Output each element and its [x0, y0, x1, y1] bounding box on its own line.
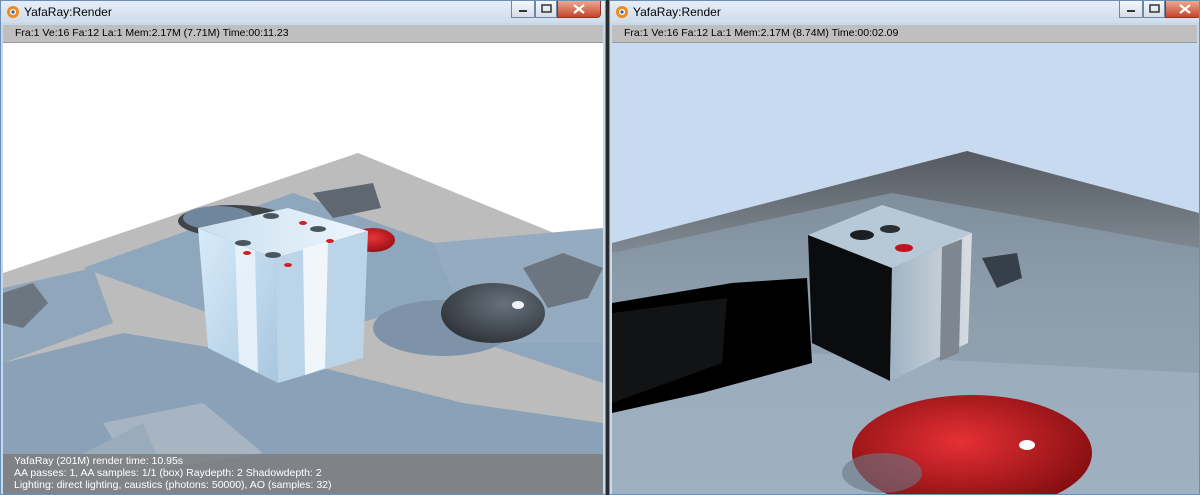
status-text: Fra:1 Ve:16 Fa:12 La:1 Mem:2.17M (7.71M)…: [15, 27, 289, 39]
title-bar[interactable]: YafaRay:Render: [610, 1, 1199, 23]
render-window-left[interactable]: YafaRay:Render Fra:1 Ve:16 Fa:12 La:1 Me…: [0, 0, 606, 495]
status-bar: Fra:1 Ve:16 Fa:12 La:1 Mem:2.17M (8.74M)…: [612, 25, 1197, 43]
render-time-line: YafaRay (201M) render time: 10.95s: [14, 455, 184, 467]
yafaray-logo-icon: [616, 6, 628, 18]
close-icon: [1179, 4, 1191, 14]
yafaray-logo-icon: [7, 6, 19, 18]
minimize-button[interactable]: [511, 1, 535, 18]
close-button[interactable]: [1165, 1, 1199, 18]
window-title: YafaRay:Render: [633, 5, 721, 19]
title-bar[interactable]: YafaRay:Render: [1, 1, 605, 23]
maximize-icon: [541, 4, 552, 13]
maximize-button[interactable]: [1143, 1, 1165, 18]
minimize-button[interactable]: [1119, 1, 1143, 18]
close-button[interactable]: [557, 1, 601, 18]
window-title: YafaRay:Render: [24, 5, 112, 19]
maximize-button[interactable]: [535, 1, 557, 18]
close-icon: [573, 4, 585, 14]
render-image: [612, 43, 1199, 494]
render-info-overlay: YafaRay (201M) render time: 10.95s AA pa…: [3, 454, 603, 494]
render-viewport[interactable]: [612, 43, 1199, 494]
status-bar: Fra:1 Ve:16 Fa:12 La:1 Mem:2.17M (7.71M)…: [3, 25, 603, 43]
render-viewport[interactable]: YafaRay (201M) render time: 10.95s AA pa…: [3, 43, 603, 494]
status-text: Fra:1 Ve:16 Fa:12 La:1 Mem:2.17M (8.74M)…: [624, 27, 899, 39]
minimize-icon: [1127, 10, 1135, 12]
render-image: [3, 43, 603, 494]
aa-settings-line: AA passes: 1, AA samples: 1/1 (box) Rayd…: [14, 467, 322, 479]
render-window-right[interactable]: YafaRay:Render Fra:1 Ve:16 Fa:12 La:1 Me…: [609, 0, 1200, 495]
minimize-icon: [519, 10, 527, 12]
maximize-icon: [1149, 4, 1160, 13]
lighting-settings-line: Lighting: direct lighting, caustics (pho…: [14, 479, 332, 491]
